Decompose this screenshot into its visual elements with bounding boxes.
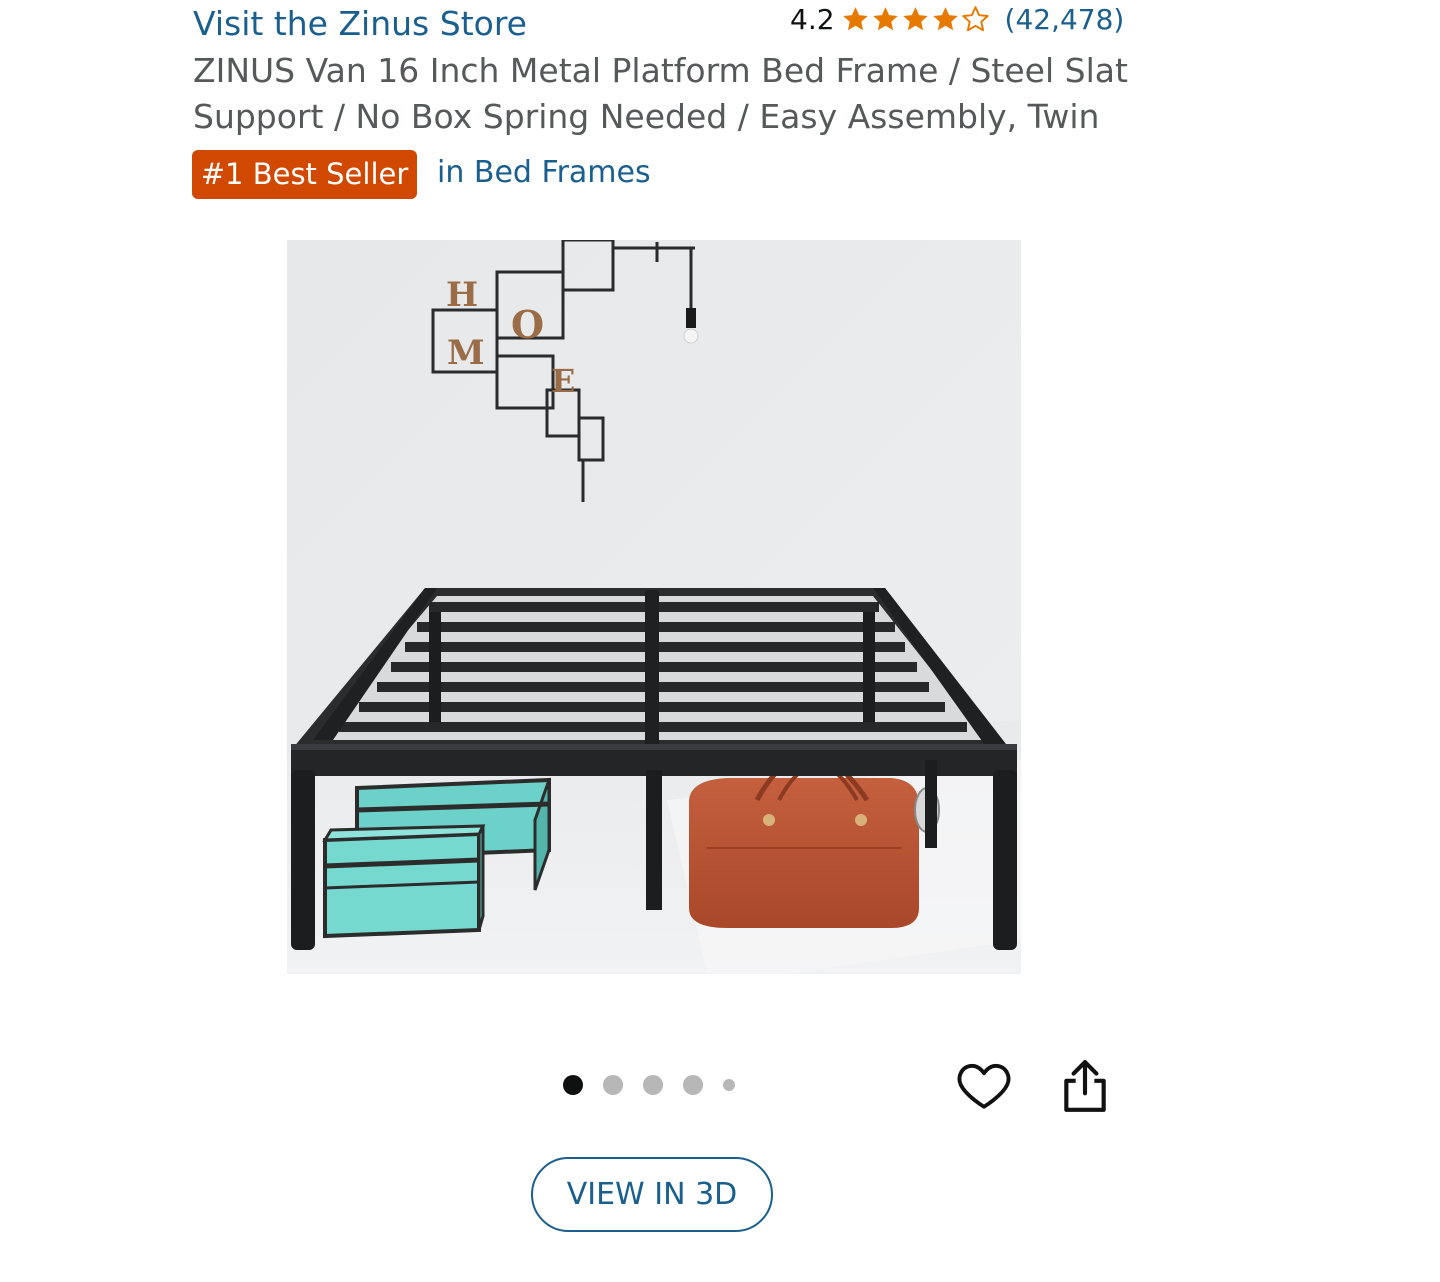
star-full-icon xyxy=(872,7,898,31)
star-full-icon xyxy=(902,7,928,31)
image-carousel-indicator[interactable] xyxy=(563,1075,755,1095)
category-link[interactable]: in Bed Frames xyxy=(437,155,651,190)
decor-letter: M xyxy=(447,333,485,373)
star-full-icon xyxy=(932,7,958,31)
share-icon[interactable] xyxy=(1060,1058,1110,1114)
view-in-3d-button[interactable]: VIEW IN 3D xyxy=(531,1157,773,1232)
product-title: ZINUS Van 16 Inch Metal Platform Bed Fra… xyxy=(193,51,1128,136)
carousel-dot[interactable] xyxy=(683,1075,703,1095)
carousel-dot[interactable] xyxy=(603,1075,623,1095)
star-empty-icon xyxy=(961,6,989,32)
star-rating xyxy=(841,5,991,34)
carousel-dot[interactable] xyxy=(643,1075,663,1095)
carousel-dot[interactable] xyxy=(723,1079,735,1091)
heart-outline-icon[interactable] xyxy=(955,1056,1013,1114)
product-image[interactable]: H O M E xyxy=(287,240,1021,974)
visit-store-link[interactable]: Visit the Zinus Store xyxy=(193,4,527,43)
best-seller-badge[interactable]: #1 Best Seller xyxy=(192,150,417,199)
decor-letter: H xyxy=(446,275,478,315)
carousel-dot-active[interactable] xyxy=(563,1075,583,1095)
star-full-icon xyxy=(842,7,868,31)
review-count-link[interactable]: (42,478) xyxy=(1005,3,1125,36)
decor-letter: O xyxy=(511,302,544,347)
rating-value: 4.2 xyxy=(790,3,835,36)
rating-summary[interactable]: 4.2 (42,478) xyxy=(790,3,1124,36)
decor-letter: E xyxy=(551,362,575,400)
